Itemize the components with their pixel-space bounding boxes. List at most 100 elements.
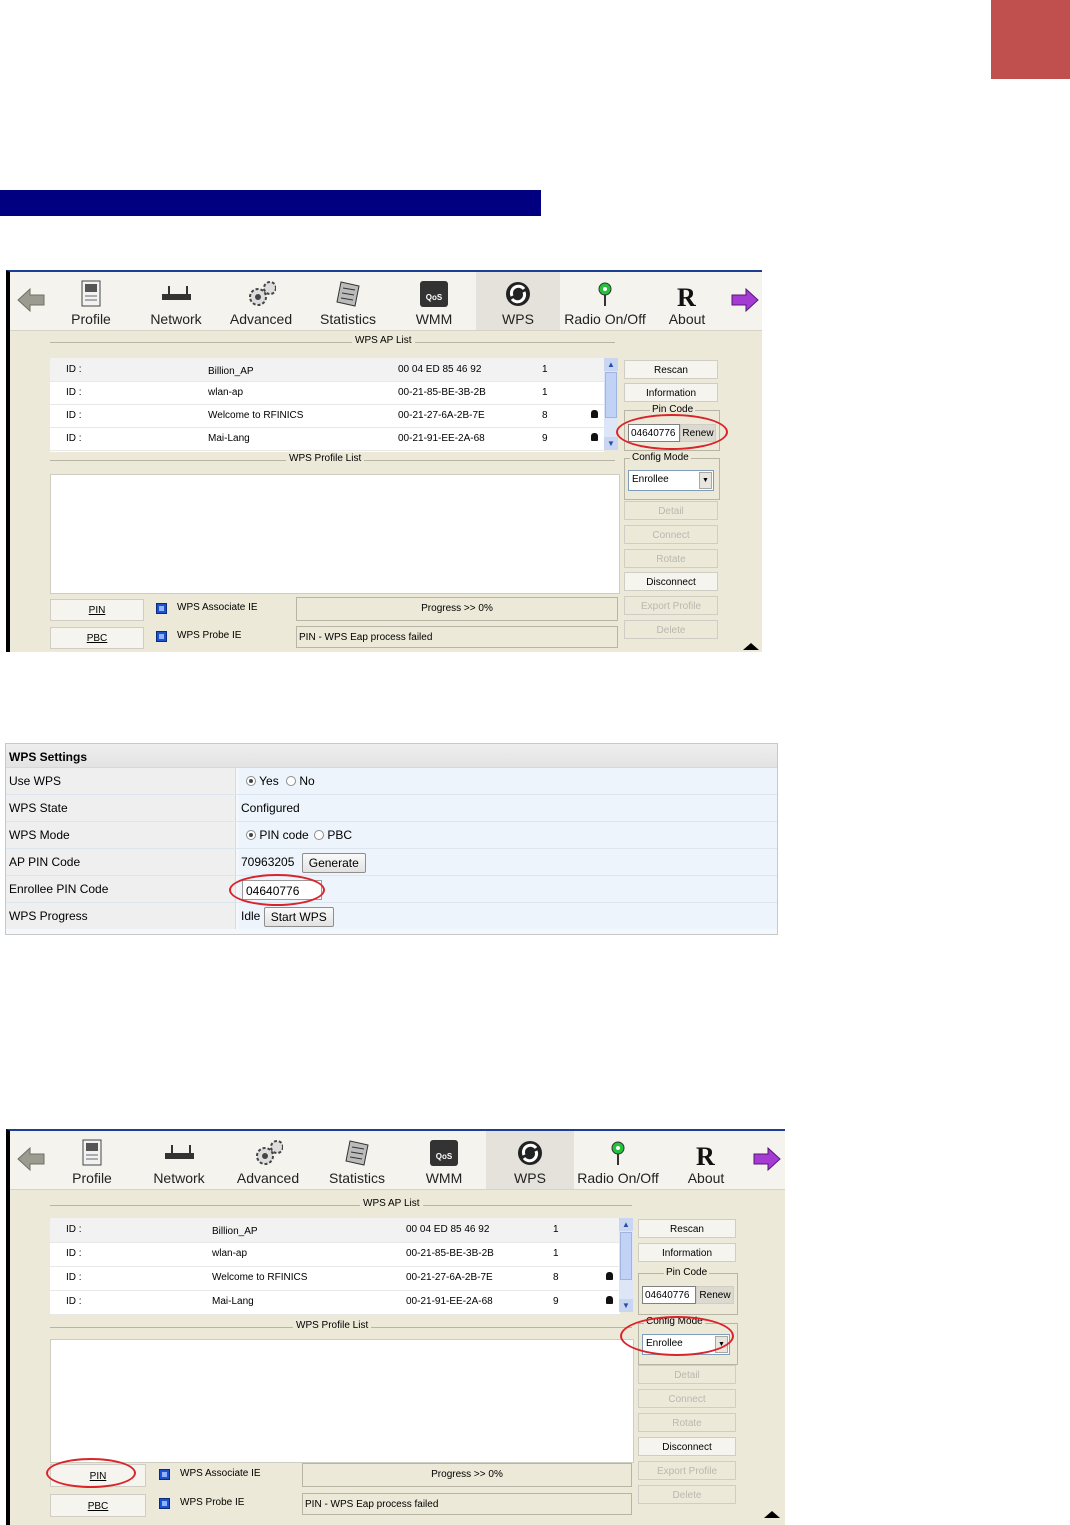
forward-arrow-button[interactable]	[728, 272, 762, 330]
wps-state-label: WPS State	[6, 795, 236, 821]
probe-ie-checkbox[interactable]	[159, 1498, 170, 1509]
probe-ie-checkbox[interactable]	[156, 631, 167, 642]
config-mode-select[interactable]: Enrollee ▼	[628, 470, 714, 491]
forward-arrow-icon	[731, 287, 759, 313]
config-mode-value: Enrollee	[632, 474, 669, 485]
toolbar-advanced[interactable]: Advanced	[224, 272, 298, 330]
toolbar-label: Network	[150, 311, 202, 327]
toolbar-radio-toggle[interactable]: Radio On/Off	[560, 272, 650, 330]
back-arrow-button[interactable]	[10, 272, 52, 330]
wps-mode-row: WPS Mode PIN code PBC	[6, 822, 777, 849]
toolbar-advanced[interactable]: Advanced	[230, 1131, 306, 1189]
ap-row[interactable]: ID : Welcome to RFINICS 00-21-27-6A-2B-7…	[50, 404, 604, 428]
assoc-ie-checkbox[interactable]	[159, 1469, 170, 1480]
export-profile-button[interactable]: Export Profile	[624, 596, 718, 615]
ap-channel: 1	[553, 1248, 559, 1259]
toolbar-network[interactable]: Network	[142, 272, 210, 330]
delete-button[interactable]: Delete	[624, 620, 718, 639]
connect-button[interactable]: Connect	[624, 525, 718, 544]
toolbar-statistics[interactable]: Statistics	[312, 272, 384, 330]
toolbar-radio-toggle[interactable]: Radio On/Off	[572, 1131, 664, 1189]
forward-arrow-button[interactable]	[750, 1131, 784, 1189]
toolbar-statistics[interactable]: Statistics	[320, 1131, 394, 1189]
rotate-button[interactable]: Rotate	[638, 1413, 736, 1432]
ap-ssid: Welcome to RFINICS	[212, 1272, 308, 1283]
ap-bssid: 00 04 ED 85 46 92	[406, 1224, 490, 1235]
ap-id-label: ID :	[66, 1224, 82, 1235]
pbc-button[interactable]: PBC	[50, 627, 144, 649]
ap-row[interactable]: ID : Billion_AP 00 04 ED 85 46 92 1	[50, 358, 604, 382]
wps-icon	[515, 1139, 545, 1167]
ap-id-label: ID :	[66, 433, 82, 444]
ap-ssid: Billion_AP	[208, 366, 254, 377]
use-wps-no-label: No	[299, 774, 315, 788]
scroll-up-icon[interactable]: ▲	[604, 358, 618, 371]
ap-row[interactable]: ID : Billion_AP 00 04 ED 85 46 92 1	[50, 1218, 620, 1243]
status-text: PIN - WPS Eap process failed	[296, 626, 618, 648]
pbc-button[interactable]: PBC	[50, 1494, 146, 1517]
toolbar-profile[interactable]: Profile	[58, 272, 124, 330]
generate-button[interactable]: Generate	[301, 852, 366, 873]
toolbar-label: WPS	[502, 311, 534, 327]
toolbar-label: Radio On/Off	[577, 1170, 659, 1186]
scroll-down-icon[interactable]: ▼	[619, 1299, 633, 1312]
disconnect-button[interactable]: Disconnect	[624, 572, 718, 591]
profile-list-title: WPS Profile List	[293, 1320, 372, 1331]
scroll-thumb[interactable]	[605, 372, 617, 418]
use-wps-label: Use WPS	[6, 768, 236, 794]
collapse-arrow-icon[interactable]	[743, 643, 759, 650]
information-button[interactable]: Information	[624, 383, 718, 402]
scroll-down-icon[interactable]: ▼	[604, 437, 618, 450]
connect-button[interactable]: Connect	[638, 1389, 736, 1408]
pin-code-value: 04640776	[642, 1286, 696, 1304]
information-button[interactable]: Information	[638, 1243, 736, 1262]
mode-pbc-label: PBC	[327, 828, 353, 842]
page-corner-tab	[991, 0, 1070, 79]
detail-button[interactable]: Detail	[624, 501, 718, 520]
toolbar-network[interactable]: Network	[144, 1131, 214, 1189]
delete-button[interactable]: Delete	[638, 1485, 736, 1504]
ap-row[interactable]: ID : Mai-Lang 00-21-91-EE-2A-68 9	[50, 1290, 620, 1315]
statistics-icon	[333, 280, 363, 308]
ap-list-scrollbar[interactable]: ▲ ▼	[604, 358, 618, 450]
use-wps-yes-radio[interactable]	[246, 776, 256, 786]
toolbar-wps[interactable]: WPS	[476, 272, 560, 330]
disconnect-button[interactable]: Disconnect	[638, 1437, 736, 1456]
renew-button[interactable]: Renew	[696, 1286, 734, 1304]
profile-list-area[interactable]	[50, 1339, 634, 1463]
toolbar-profile[interactable]: Profile	[58, 1131, 126, 1189]
toolbar-about[interactable]: R About	[658, 272, 716, 330]
ap-list-scrollbar[interactable]: ▲ ▼	[619, 1218, 633, 1312]
pin-button[interactable]: PIN	[50, 599, 144, 621]
use-wps-no-radio[interactable]	[286, 776, 297, 786]
scroll-up-icon[interactable]: ▲	[619, 1218, 633, 1231]
ap-bssid: 00-21-27-6A-2B-7E	[406, 1272, 493, 1283]
ap-row[interactable]: ID : wlan-ap 00-21-85-BE-3B-2B 1	[50, 381, 604, 405]
export-profile-button[interactable]: Export Profile	[638, 1461, 736, 1480]
ap-pin-value-cell: 70963205 Generate	[239, 849, 777, 875]
ap-pin-value: 70963205	[241, 855, 295, 869]
scroll-thumb[interactable]	[620, 1232, 632, 1280]
profile-list-area[interactable]	[50, 474, 620, 594]
start-wps-button[interactable]: Start WPS	[263, 906, 334, 927]
back-arrow-button[interactable]	[10, 1131, 52, 1189]
ap-row[interactable]: ID : Welcome to RFINICS 00-21-27-6A-2B-7…	[50, 1266, 620, 1291]
ap-row[interactable]: ID : Mai-Lang 00-21-91-EE-2A-68 9	[50, 427, 604, 451]
toolbar-wps[interactable]: WPS	[486, 1131, 574, 1189]
ap-row[interactable]: ID : wlan-ap 00-21-85-BE-3B-2B 1	[50, 1242, 620, 1267]
detail-button[interactable]: Detail	[638, 1365, 736, 1384]
wps-progress-value-cell: Idle Start WPS	[239, 903, 777, 929]
toolbar-wmm[interactable]: QoS WMM	[412, 1131, 476, 1189]
collapse-arrow-icon[interactable]	[764, 1511, 780, 1518]
mode-pbc-radio[interactable]	[314, 830, 325, 840]
rescan-button[interactable]: Rescan	[638, 1219, 736, 1238]
toolbar-wmm[interactable]: QoS WMM	[402, 272, 466, 330]
assoc-ie-checkbox[interactable]	[156, 603, 167, 614]
gears-icon	[246, 280, 276, 308]
status-text: PIN - WPS Eap process failed	[302, 1493, 632, 1515]
toolbar-about[interactable]: R About	[674, 1131, 738, 1189]
mode-pin-radio[interactable]	[246, 830, 256, 840]
rescan-button[interactable]: Rescan	[624, 360, 718, 379]
rotate-button[interactable]: Rotate	[624, 549, 718, 568]
ap-bssid: 00-21-85-BE-3B-2B	[398, 387, 486, 398]
